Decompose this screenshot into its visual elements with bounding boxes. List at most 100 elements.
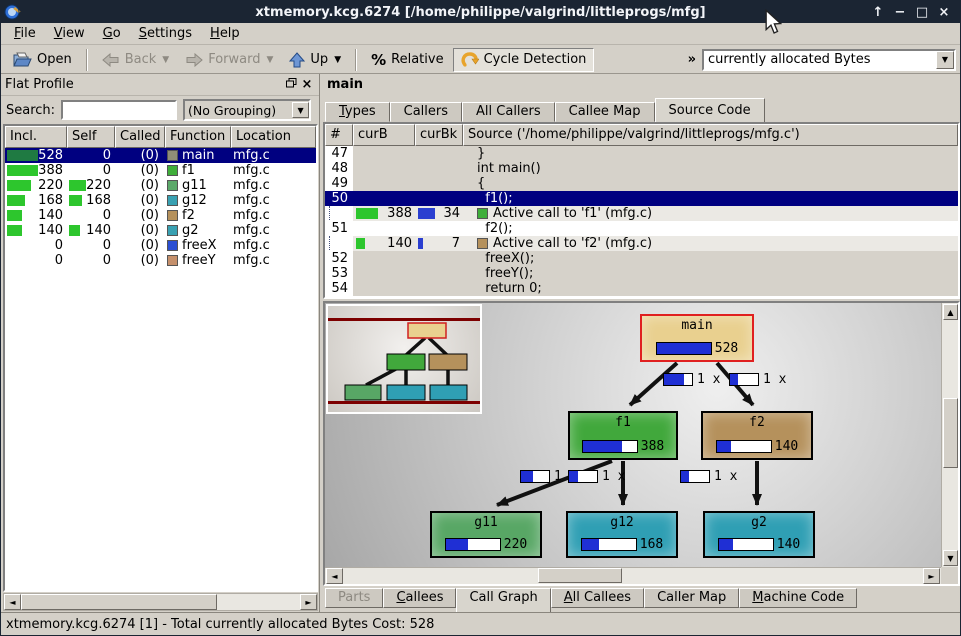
called-value: (0) — [115, 163, 165, 178]
toolbar-separator — [355, 49, 357, 71]
graph-node-g11[interactable]: g11 220 — [430, 511, 542, 558]
maximize-icon[interactable]: □ — [914, 5, 930, 20]
source-line[interactable]: 52 freeX(); — [325, 251, 958, 266]
combobox-arrow-icon[interactable]: ▼ — [936, 51, 954, 69]
tab-machine-code[interactable]: Machine Code — [739, 588, 857, 608]
flat-profile-hscrollbar[interactable]: ◄ ► — [3, 593, 318, 611]
active-call-line[interactable]: 140 7 Active call to 'f2' (mfg.c) — [325, 236, 958, 251]
incl-value: 0 — [7, 253, 63, 268]
source-line[interactable]: 53 freeY(); — [325, 266, 958, 281]
tab-all-callers[interactable]: All Callers — [462, 102, 555, 122]
graph-vscrollbar[interactable]: ▲ ▼ — [941, 303, 958, 567]
source-line-selected[interactable]: 50 f1(); — [325, 191, 958, 206]
float-icon[interactable] — [283, 77, 299, 92]
dock-close-icon[interactable]: × — [299, 77, 315, 92]
tab-source-code[interactable]: Source Code — [655, 98, 765, 122]
menu-settings[interactable]: Settings — [130, 24, 201, 43]
source-line[interactable]: 54 return 0; — [325, 281, 958, 296]
graph-node-f2[interactable]: f2 140 — [701, 411, 813, 460]
table-row[interactable]: 0 0 (0) freeX mfg.c — [5, 238, 316, 253]
scroll-left-icon[interactable]: ◄ — [4, 594, 21, 610]
table-row[interactable]: 140 0 (0) f2 mfg.c — [5, 208, 316, 223]
scroll-up-icon[interactable]: ▲ — [943, 304, 958, 320]
scroll-left-icon[interactable]: ◄ — [326, 568, 343, 584]
scroll-right-icon[interactable]: ► — [300, 594, 317, 610]
graph-node-g12[interactable]: g12 168 — [566, 511, 678, 558]
table-row[interactable]: 388 0 (0) f1 mfg.c — [5, 163, 316, 178]
table-row[interactable]: 220 220 (0) g11 mfg.c — [5, 178, 316, 193]
toolbar-overflow-chevron[interactable]: » — [684, 52, 700, 67]
menu-view[interactable]: View — [45, 24, 94, 43]
grouping-combobox[interactable]: (No Grouping) ▼ — [183, 99, 311, 121]
search-input[interactable] — [61, 100, 177, 120]
up-button[interactable]: Up ▼ — [282, 48, 348, 72]
grouping-arrow-icon[interactable]: ▼ — [292, 102, 309, 118]
close-icon[interactable]: × — [936, 5, 952, 20]
tab-parts[interactable]: Parts — [325, 588, 383, 608]
function-color-swatch — [167, 165, 178, 176]
tab-callee-map[interactable]: Callee Map — [555, 102, 655, 122]
graph-overview-minimap[interactable] — [326, 304, 482, 414]
graph-node-g2[interactable]: g2 140 — [703, 511, 815, 558]
graph-hscrollbar[interactable]: ◄ ► — [325, 567, 941, 584]
column-called[interactable]: Called — [115, 126, 165, 148]
graph-node-f1[interactable]: f1 388 — [568, 411, 678, 460]
cycle-detection-toggle-button[interactable]: Cycle Detection — [453, 48, 595, 72]
scroll-down-icon[interactable]: ▼ — [943, 550, 958, 566]
back-dropdown-icon[interactable]: ▼ — [162, 55, 169, 65]
event-type-combobox[interactable]: currently allocated Bytes ▼ — [702, 49, 956, 71]
active-call-line[interactable]: 388 34 Active call to 'f1' (mfg.c) — [325, 206, 958, 221]
graph-node-main[interactable]: main 528 — [640, 314, 754, 362]
column-curB[interactable]: curB — [353, 124, 415, 146]
menu-help[interactable]: Help — [201, 24, 249, 43]
dock-header[interactable]: Flat Profile × — [1, 74, 319, 96]
tab-callers[interactable]: Callers — [390, 102, 462, 122]
tab-caller-map[interactable]: Caller Map — [644, 588, 739, 608]
call-graph-canvas[interactable]: main 528 f1 388 f2 140 g11 220 g12 168 g… — [323, 301, 960, 586]
column-line[interactable]: # — [325, 124, 353, 146]
scroll-right-icon[interactable]: ► — [923, 568, 940, 584]
node-label: g11 — [474, 515, 497, 530]
column-function[interactable]: Function — [165, 126, 231, 148]
open-button[interactable]: Open — [5, 48, 79, 72]
forward-button[interactable]: Forward ▼ — [178, 48, 280, 72]
shade-icon[interactable]: ↑ — [870, 5, 886, 20]
node-cost-bar — [656, 342, 712, 355]
column-location[interactable]: Location — [231, 126, 316, 148]
table-row[interactable]: 0 0 (0) freeY mfg.c — [5, 253, 316, 268]
back-button[interactable]: Back ▼ — [95, 48, 176, 72]
menu-go[interactable]: Go — [94, 24, 130, 43]
column-self[interactable]: Self — [67, 126, 115, 148]
table-row[interactable]: 140 140 (0) g2 mfg.c — [5, 223, 316, 238]
function-color-swatch — [167, 255, 178, 266]
column-incl[interactable]: Incl. — [5, 126, 67, 148]
incl-value: 388 — [38, 163, 63, 178]
minimize-icon[interactable]: − — [892, 5, 908, 20]
tab-types[interactable]: Types — [325, 102, 390, 122]
node-cost-bar — [716, 440, 772, 453]
code-text: freeX(); — [463, 251, 958, 266]
table-row[interactable]: 168 168 (0) g12 mfg.c — [5, 193, 316, 208]
scrollbar-thumb[interactable] — [538, 568, 622, 583]
source-line[interactable]: 48 int main() — [325, 161, 958, 176]
menu-file[interactable]: File — [5, 24, 45, 43]
source-line[interactable]: 47 } — [325, 146, 958, 161]
scrollbar-thumb[interactable] — [943, 398, 958, 468]
forward-dropdown-icon[interactable]: ▼ — [267, 55, 274, 65]
source-line[interactable]: 49 { — [325, 176, 958, 191]
scrollbar-thumb[interactable] — [21, 594, 217, 610]
tab-callees[interactable]: Callees — [383, 588, 456, 608]
called-value: (0) — [115, 193, 165, 208]
title-bar[interactable]: xtmemory.kcg.6274 [/home/philippe/valgri… — [1, 1, 960, 23]
relative-toggle-button[interactable]: % Relative — [364, 48, 450, 72]
curB-bar — [356, 238, 365, 249]
tab-all-callees[interactable]: All Callees — [551, 588, 644, 608]
scrollbar-corner — [941, 567, 958, 584]
up-dropdown-icon[interactable]: ▼ — [334, 55, 341, 65]
table-row[interactable]: 528 0 (0) main mfg.c — [5, 148, 316, 163]
incl-bar — [7, 165, 38, 176]
tab-call-graph[interactable]: Call Graph — [456, 588, 550, 612]
column-source[interactable]: Source ('/home/philippe/valgrind/littlep… — [463, 124, 958, 146]
column-curBk[interactable]: curBk — [415, 124, 463, 146]
source-line[interactable]: 51 f2(); — [325, 221, 958, 236]
